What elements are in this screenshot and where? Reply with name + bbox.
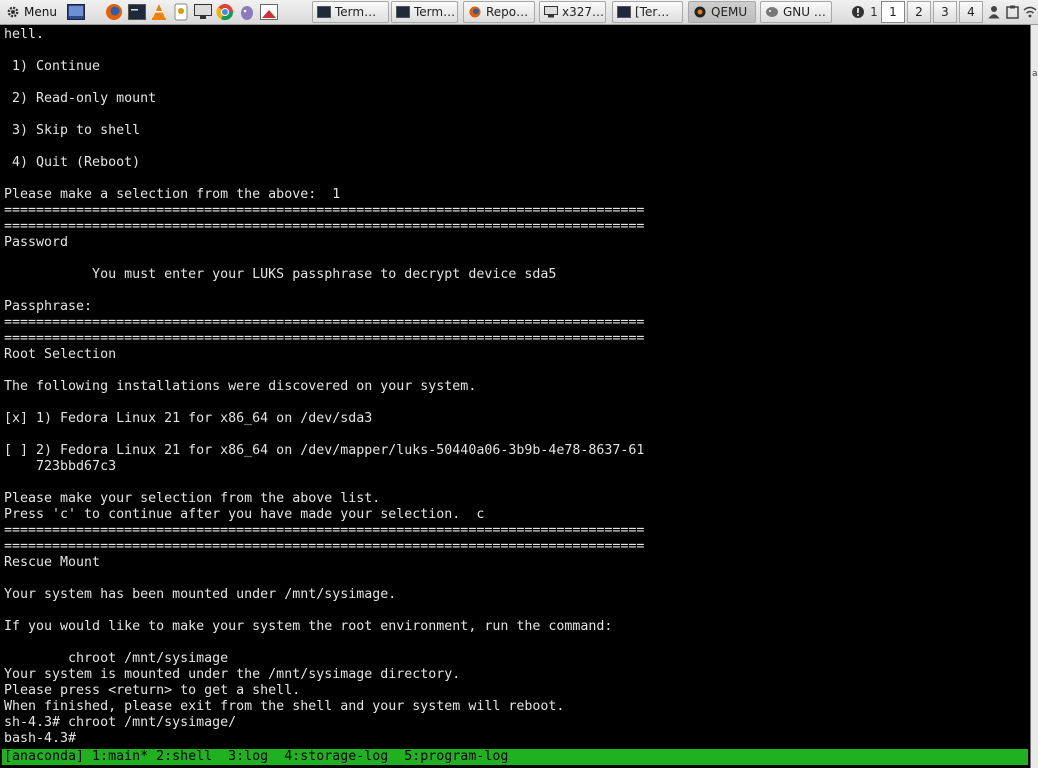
monitor-icon [194,4,212,19]
vlc-launcher[interactable] [149,2,169,22]
menu-button[interactable]: Menu [2,2,61,22]
qemu-icon [694,6,706,18]
terminal-icon [317,6,331,18]
terminal-line: Please press <return> to get a shell. [4,683,301,698]
task-terminal-1[interactable]: Term… [312,1,389,23]
terminal-line: Your system is mounted under the /mnt/sy… [4,667,461,682]
terminal-line: 1) Continue [4,59,101,74]
workspace-4[interactable]: 4 [959,1,983,23]
terminal-line: ========================================… [4,539,645,554]
terminal-line: ========================================… [4,203,645,218]
task-label: [Ter… [635,5,670,19]
terminal-line: hell. [4,27,45,42]
chrome-launcher[interactable] [215,2,235,22]
terminal-line: Please make your selection from the abov… [4,491,381,506]
terminal-line: bash-4.3# [4,731,77,746]
terminal-line: ========================================… [4,523,645,538]
task-firefox-report[interactable]: Repo… [463,1,535,23]
pidgin-icon [241,6,253,20]
workspace-1[interactable]: 1 [881,1,905,23]
user-icon[interactable] [986,4,1002,20]
screen-launcher[interactable] [193,2,213,22]
firefox-icon [106,4,122,20]
image-editor-launcher[interactable] [259,2,279,22]
task-terminal-3[interactable]: [Ter… [612,1,683,23]
window-edge-mark: a [1032,69,1038,79]
terminal-line: Please make a selection from the above: … [4,187,341,202]
pidgin-launcher[interactable] [237,2,257,22]
terminal-line: Rescue Mount [4,555,101,570]
terminal-line: If you would like to make your system th… [4,619,613,634]
menu-label: Menu [24,5,57,19]
background-window-edge[interactable]: a [1030,25,1038,768]
gnu-icon [766,7,778,17]
wifi-icon[interactable] [1022,4,1038,20]
top-panel: Menu Term… Term… Repo… x327… [Ter… QEMU … [0,0,1038,25]
qemu-console[interactable]: hell. 1) Continue 2) Read-only mount 3) … [0,25,1030,768]
desktop-icon [67,4,85,20]
task-label: x327… [562,5,605,19]
terminal-line: chroot /mnt/sysimage [4,651,229,666]
monitor-icon [544,6,558,18]
terminal-icon [396,6,410,18]
task-label: QEMU [711,5,748,19]
firefox-icon [469,6,481,18]
terminal-line: Root Selection [4,347,117,362]
terminal-line: Your system has been mounted under /mnt/… [4,587,397,602]
terminal-line: sh-4.3# chroot /mnt/sysimage/ [4,715,237,730]
task-label: GNU … [783,5,826,19]
image-editor-icon [260,4,278,20]
vlc-cone-icon [152,4,166,20]
terminal-line: 4) Quit (Reboot) [4,155,141,170]
task-label: Repo… [486,5,529,19]
terminal-icon [617,6,631,18]
terminal-line: You must enter your LUKS passphrase to d… [4,267,557,282]
task-label: Term… [335,5,377,19]
chrome-icon [216,4,234,21]
terminal-line: ========================================… [4,315,645,330]
terminal-launcher[interactable] [127,2,147,22]
notification-count: 1 [870,5,878,19]
notification-icon[interactable] [850,4,866,20]
task-label: Term… [414,5,456,19]
terminal-line: The following installations were discove… [4,379,477,394]
keyring-launcher[interactable] [171,2,191,22]
clipboard-icon[interactable] [1004,4,1020,20]
gear-icon [7,6,19,18]
workspace-2[interactable]: 2 [907,1,931,23]
show-desktop-launcher[interactable] [66,2,86,22]
terminal-line: 3) Skip to shell [4,123,141,138]
terminal-line: 2) Read-only mount [4,91,157,106]
terminal-icon [128,4,146,20]
keyring-icon [174,3,188,21]
terminal-line: Passphrase: [4,299,93,314]
terminal-line: Press 'c' to continue after you have mad… [4,507,485,522]
tmux-status-bar: [anaconda] 1:main* 2:shell 3:log 4:stora… [2,749,1028,765]
task-gnu[interactable]: GNU … [760,1,832,23]
workspace-3[interactable]: 3 [933,1,957,23]
terminal-line: [x] 1) Fedora Linux 21 for x86_64 on /de… [4,411,373,426]
terminal-line: ========================================… [4,219,645,234]
status-bar-text: [anaconda] 1:main* 2:shell 3:log 4:stora… [4,749,509,764]
firefox-launcher[interactable] [104,2,124,22]
terminal-line: Password [4,235,69,250]
task-x3270[interactable]: x327… [539,1,606,23]
task-qemu[interactable]: QEMU [688,1,756,23]
terminal-line: [ ] 2) Fedora Linux 21 for x86_64 on /de… [4,443,645,458]
terminal-line: ========================================… [4,331,645,346]
terminal-line: 723bbd67c3 [4,459,117,474]
task-terminal-2[interactable]: Term… [391,1,458,23]
terminal-line: When finished, please exit from the shel… [4,699,565,714]
